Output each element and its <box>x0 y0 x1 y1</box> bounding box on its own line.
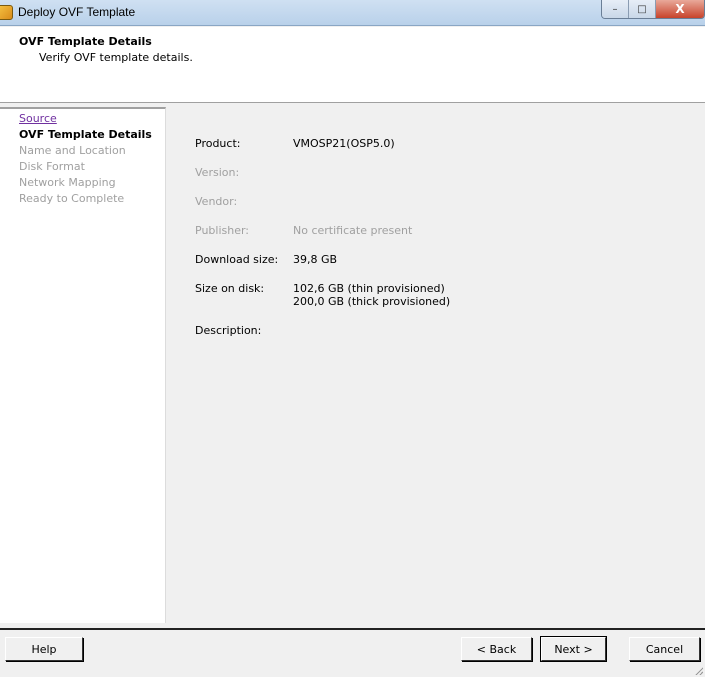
wizard-steps-pane: Source OVF Template Details Name and Loc… <box>0 107 166 623</box>
window-controls: – □ X <box>601 0 705 19</box>
step-ovf-template-details: OVF Template Details <box>19 128 152 141</box>
vsphere-app-icon <box>0 5 13 20</box>
page-title: OVF Template Details <box>19 35 152 48</box>
title-bar: Deploy OVF Template – □ X <box>0 0 705 26</box>
back-button[interactable]: < Back <box>461 637 532 661</box>
cancel-button[interactable]: Cancel <box>629 637 700 661</box>
page-subtitle: Verify OVF template details. <box>39 51 193 64</box>
next-button[interactable]: Next > <box>540 636 607 662</box>
step-disk-format: Disk Format <box>19 160 85 173</box>
help-button[interactable]: Help <box>5 637 83 661</box>
product-value: VMOSP21(OSP5.0) <box>293 137 395 150</box>
step-ready-to-complete: Ready to Complete <box>19 192 125 205</box>
size-on-disk-thin: 102,6 GB (thin provisioned) <box>293 282 445 295</box>
product-label: Product: <box>195 137 241 150</box>
resize-grip-icon[interactable] <box>693 665 703 675</box>
version-label: Version: <box>195 166 240 179</box>
size-on-disk-thick: 200,0 GB (thick provisioned) <box>293 295 451 308</box>
step-network-mapping: Network Mapping <box>19 176 116 189</box>
minimize-button[interactable]: – <box>602 0 629 18</box>
description-label: Description: <box>195 324 262 337</box>
step-name-and-location: Name and Location <box>19 144 126 157</box>
step-source[interactable]: Source <box>19 112 57 125</box>
download-size-label: Download size: <box>195 253 279 266</box>
size-on-disk-label: Size on disk: <box>195 282 265 295</box>
download-size-value: 39,8 GB <box>293 253 338 266</box>
window-title: Deploy OVF Template <box>18 5 136 19</box>
maximize-button[interactable]: □ <box>629 0 656 18</box>
wizard-header: OVF Template Details Verify OVF template… <box>0 27 705 103</box>
close-button[interactable]: X <box>656 0 704 18</box>
vendor-label: Vendor: <box>195 195 238 208</box>
publisher-label: Publisher: <box>195 224 250 237</box>
footer-divider <box>0 628 705 630</box>
publisher-value: No certificate present <box>293 224 413 237</box>
